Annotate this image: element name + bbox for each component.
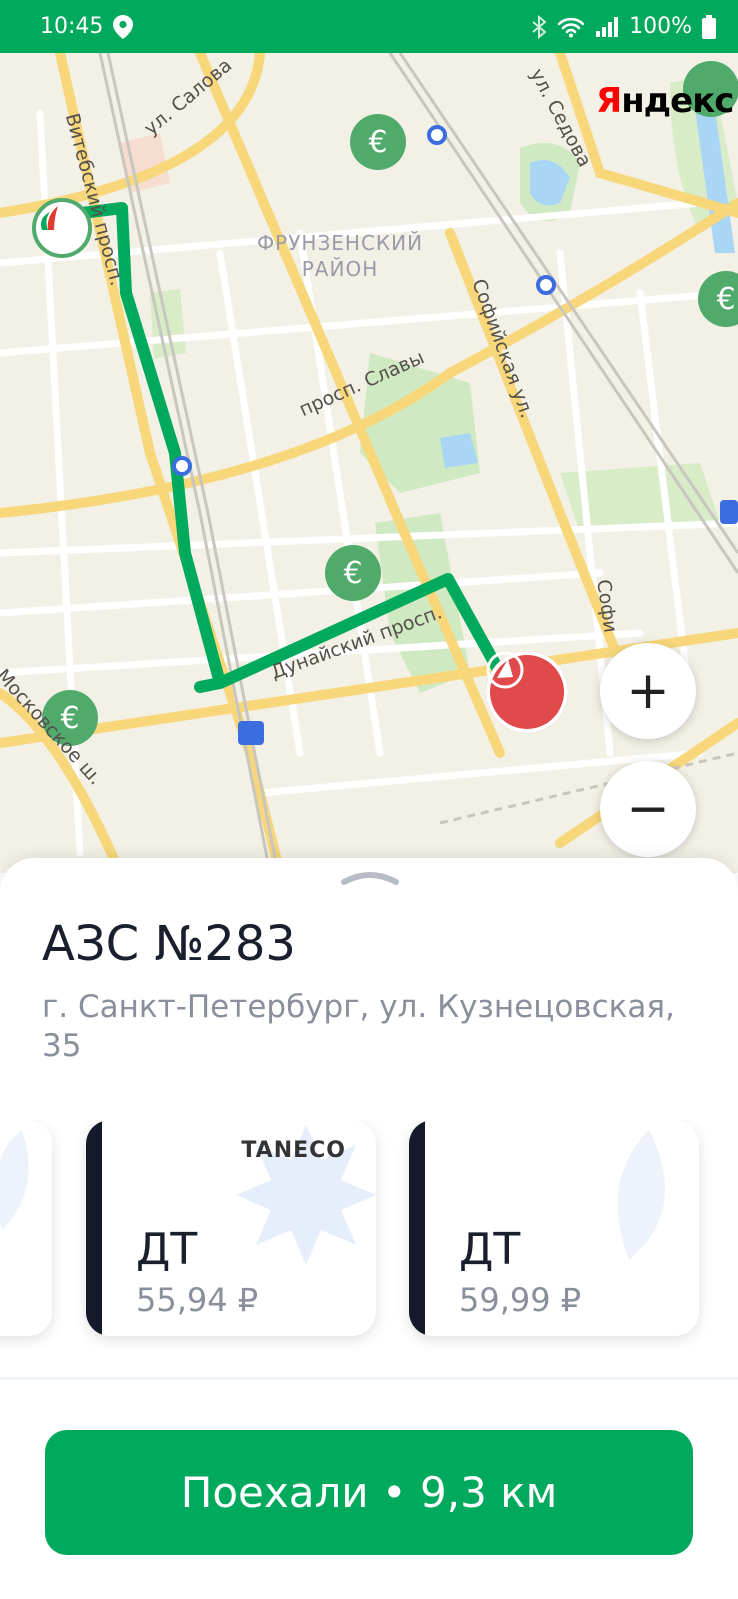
sheet-handle-icon[interactable] (340, 866, 400, 888)
taneco-logo-icon: € (716, 281, 736, 317)
taneco-logo-icon: € (343, 555, 363, 591)
fuel-price: 59,99 ₽ (459, 1281, 582, 1319)
signal-icon (596, 16, 619, 37)
zoom-in-button[interactable]: + (600, 643, 696, 739)
status-bar: 10:45 100% (0, 0, 738, 53)
gas-station-marker[interactable]: € (325, 545, 381, 601)
tatneft-logo-icon (41, 206, 58, 230)
zoom-out-button[interactable]: − (600, 761, 696, 857)
battery-icon (702, 14, 716, 39)
wifi-icon (557, 17, 585, 37)
district-label-line2: РАЙОН (301, 257, 379, 281)
card-stripe (86, 1120, 102, 1336)
fuel-card[interactable]: ДТ 59,99 ₽ (409, 1120, 699, 1336)
fuel-carousel[interactable]: TANECO ДТ 55,94 ₽ ДТ 59,99 ₽ (0, 1120, 738, 1350)
location-icon (113, 14, 134, 39)
gas-station-marker[interactable]: € (350, 114, 406, 170)
battery-percent: 100% (629, 14, 692, 39)
map-view[interactable]: € € € € ул. Салова Витебский просп. ул. … (0, 53, 738, 873)
station-sheet: АЗС №283 г. Санкт-Петербург, ул. Кузнецо… (0, 858, 738, 1599)
card-watermark-icon (617, 1130, 665, 1260)
destination-marker[interactable] (486, 651, 568, 733)
district-label-line1: ФРУНЗЕНСКИЙ (256, 231, 424, 255)
fuel-card-partial[interactable] (0, 1120, 52, 1336)
fuel-card[interactable]: TANECO ДТ 55,94 ₽ (86, 1120, 376, 1336)
district-label: ФРУНЗЕНСКИЙ РАЙОН (250, 230, 430, 282)
taneco-logo-icon: € (368, 124, 388, 160)
map-canvas[interactable] (0, 53, 738, 873)
station-address: г. Санкт-Петербург, ул. Кузнецовская, 35 (42, 989, 675, 1064)
bluetooth-icon (532, 14, 547, 39)
fuel-price: 55,94 ₽ (136, 1281, 259, 1319)
card-watermark-icon (0, 1130, 29, 1230)
divider (0, 1377, 738, 1380)
yandex-logo[interactable]: Яндекс (596, 81, 734, 121)
fuel-type: ДТ (136, 1224, 198, 1275)
status-time: 10:45 (40, 14, 104, 39)
gas-station-marker-selected[interactable] (32, 198, 92, 258)
navigation-arrow-icon (486, 651, 524, 689)
taneco-brand-logo: TANECO (241, 1138, 346, 1163)
station-title: АЗС №283 (42, 916, 296, 972)
go-button[interactable]: Поехали • 9,3 км (45, 1430, 693, 1555)
card-stripe (409, 1120, 425, 1336)
fuel-type: ДТ (459, 1224, 521, 1275)
